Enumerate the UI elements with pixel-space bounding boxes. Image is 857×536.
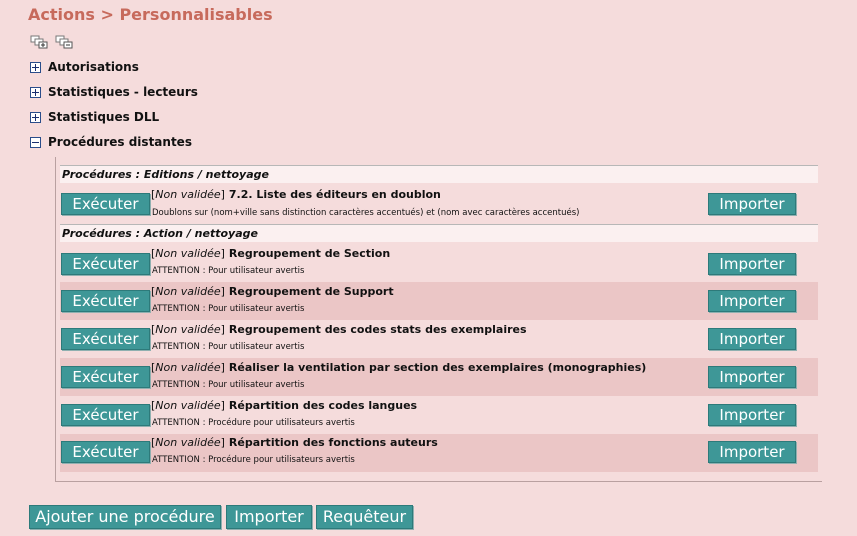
tree-item-autorisations[interactable]: Autorisations: [30, 59, 139, 75]
procedure-description: ATTENTION : Pour utilisateur avertis: [152, 380, 305, 390]
procedure-title: [Non validée] Regroupement des codes stat…: [151, 323, 527, 336]
procedure-row: Exécuter [Non validée] Regroupement de Se…: [60, 244, 818, 282]
procedure-description: ATTENTION : Procédure pour utilisateurs …: [152, 455, 355, 465]
tree-label[interactable]: Procédures distantes: [48, 135, 192, 149]
procedure-title: [Non validée] 7.2. Liste des éditeurs en …: [151, 188, 441, 201]
section-header: Procédures : Action / nettoyage: [60, 224, 818, 242]
expand-all-icon[interactable]: [30, 35, 48, 49]
procedure-description: ATTENTION : Pour utilisateur avertis: [152, 304, 305, 314]
procedure-title: [Non validée] Réaliser la ventilation par…: [151, 361, 647, 374]
status-label: Non validée: [155, 323, 221, 336]
plus-box-icon[interactable]: [30, 86, 41, 98]
procedure-row: Exécuter [Non validée] Répartition des co…: [60, 396, 818, 434]
status-label: Non validée: [155, 399, 221, 412]
collapse-all-icon[interactable]: [55, 35, 73, 49]
execute-button[interactable]: Exécuter: [61, 253, 150, 275]
execute-button[interactable]: Exécuter: [61, 366, 150, 388]
procedure-title: [Non validée] Répartition des codes langu…: [151, 399, 418, 412]
status-label: Non validée: [155, 247, 221, 260]
procedure-name[interactable]: 7.2. Liste des éditeurs en doublon: [229, 188, 441, 201]
execute-button[interactable]: Exécuter: [61, 328, 150, 350]
procedure-description: Doublons sur (nom+ville sans distinction…: [152, 208, 580, 218]
tree-item-procedures-distantes[interactable]: Procédures distantes: [30, 134, 192, 150]
minus-box-icon[interactable]: [30, 136, 41, 148]
procedure-description: ATTENTION : Pour utilisateur avertis: [152, 342, 305, 352]
procedure-name[interactable]: Répartition des fonctions auteurs: [229, 436, 438, 449]
procedure-name[interactable]: Regroupement de Support: [229, 285, 394, 298]
page-title: Actions > Personnalisables: [28, 5, 273, 24]
import-button[interactable]: Importer: [708, 404, 796, 426]
tree-label[interactable]: Statistiques - lecteurs: [48, 85, 198, 99]
plus-box-icon[interactable]: [30, 111, 41, 123]
execute-button[interactable]: Exécuter: [61, 193, 150, 215]
import-button[interactable]: Importer: [708, 290, 796, 312]
procedure-row: Exécuter [Non validée] 7.2. Liste des édi…: [60, 184, 818, 222]
import-button[interactable]: Importer: [708, 253, 796, 275]
procedure-description: ATTENTION : Pour utilisateur avertis: [152, 266, 305, 276]
status-label: Non validée: [155, 285, 221, 298]
status-label: Non validée: [155, 361, 221, 374]
procedure-row: Exécuter [Non validée] Regroupement des c…: [60, 320, 818, 358]
tree-label[interactable]: Statistiques DLL: [48, 110, 159, 124]
execute-button[interactable]: Exécuter: [61, 404, 150, 426]
procedure-row: Exécuter [Non validée] Répartition des fo…: [60, 434, 818, 472]
import-procedure-button[interactable]: Importer: [226, 505, 312, 529]
procedure-name[interactable]: Répartition des codes langues: [229, 399, 417, 412]
procedures-panel: Procédures : Editions / nettoyage Exécut…: [55, 157, 822, 482]
tree-label[interactable]: Autorisations: [48, 60, 139, 74]
section-header: Procédures : Editions / nettoyage: [60, 165, 818, 183]
procedure-title: [Non validée] Regroupement de Section: [151, 247, 391, 260]
procedure-row: Exécuter [Non validée] Réaliser la ventil…: [60, 358, 818, 396]
procedure-title: [Non validée] Regroupement de Support: [151, 285, 394, 298]
procedure-name[interactable]: Regroupement de Section: [229, 247, 390, 260]
execute-button[interactable]: Exécuter: [61, 441, 150, 463]
procedure-name[interactable]: Réaliser la ventilation par section des …: [229, 361, 646, 374]
execute-button[interactable]: Exécuter: [61, 290, 150, 312]
procedure-title: [Non validée] Répartition des fonctions a…: [151, 436, 438, 449]
add-procedure-button[interactable]: Ajouter une procédure: [29, 505, 221, 529]
procedure-description: ATTENTION : Procédure pour utilisateurs …: [152, 418, 355, 428]
query-builder-button[interactable]: Requêteur: [316, 505, 413, 529]
import-button[interactable]: Importer: [708, 193, 796, 215]
procedure-name[interactable]: Regroupement des codes stats des exempla…: [229, 323, 527, 336]
tree-item-statistiques-lecteurs[interactable]: Statistiques - lecteurs: [30, 84, 198, 100]
import-button[interactable]: Importer: [708, 328, 796, 350]
status-label: Non validée: [155, 188, 221, 201]
plus-box-icon[interactable]: [30, 61, 41, 73]
import-button[interactable]: Importer: [708, 366, 796, 388]
status-label: Non validée: [155, 436, 221, 449]
procedure-row: Exécuter [Non validée] Regroupement de Su…: [60, 282, 818, 320]
import-button[interactable]: Importer: [708, 441, 796, 463]
tree-item-statistiques-dll[interactable]: Statistiques DLL: [30, 109, 159, 125]
